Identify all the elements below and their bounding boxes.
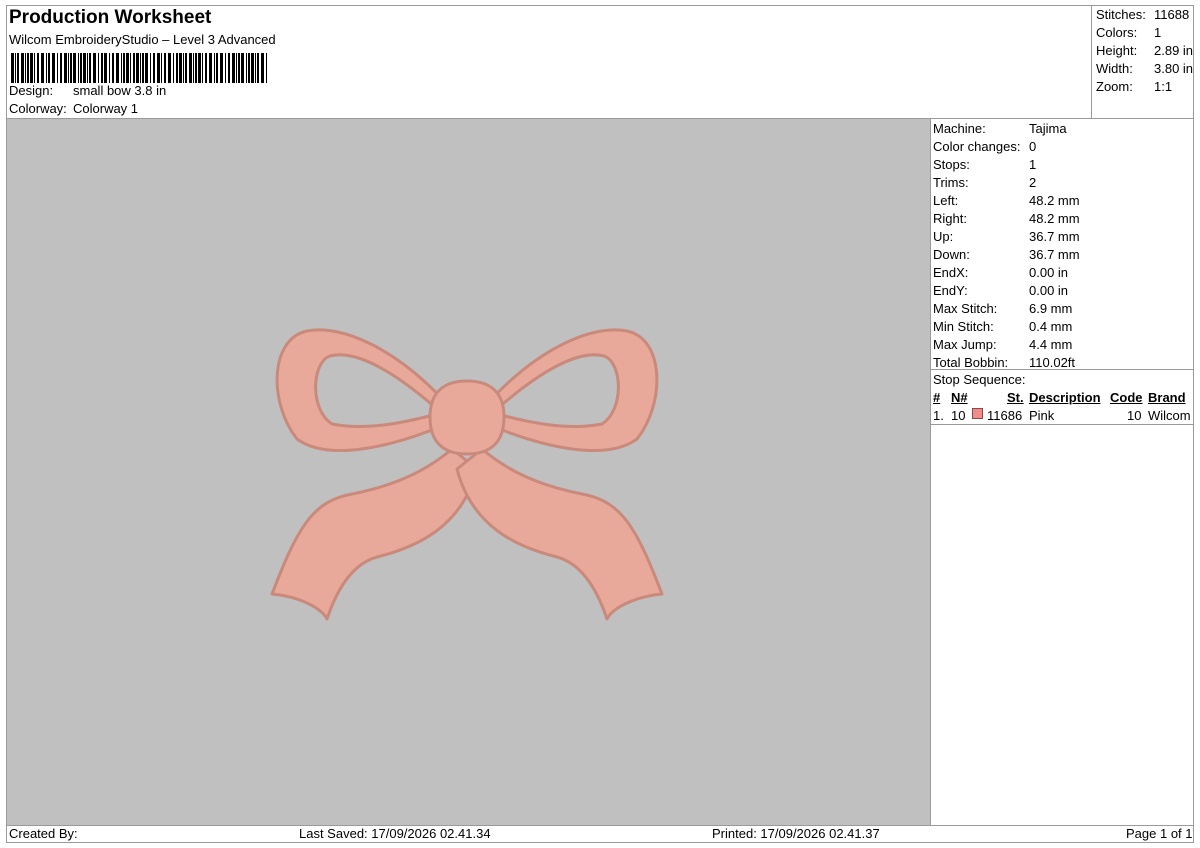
row-needle: 10 xyxy=(951,408,966,423)
design-row: Design: small bow 3.8 in xyxy=(9,83,166,98)
zoom-row: Zoom: 1:1 xyxy=(1096,79,1172,94)
col-header-needle: N# xyxy=(951,390,968,405)
width-label: Width: xyxy=(1096,61,1133,76)
colorway-row: Colorway: Colorway 1 xyxy=(9,101,138,116)
col-header-code: Code xyxy=(1110,390,1143,405)
machine-info-row: Stops: 1 xyxy=(933,157,1036,172)
machine-info-value: 6.9 mm xyxy=(1029,301,1073,316)
machine-info-value: 0.00 in xyxy=(1029,265,1069,280)
machine-info-label: Stops: xyxy=(933,157,970,172)
machine-info-row: Max Stitch: 6.9 mm xyxy=(933,301,1072,316)
design-stats: Stitches: 11688 Colors: 1 Height: 2.89 in W… xyxy=(1091,5,1195,118)
last-saved: Last Saved: 17/09/2026 02.41.34 xyxy=(299,826,491,841)
row-brand: Wilcom xyxy=(1148,408,1191,423)
row-stitches: 11686 xyxy=(987,408,1023,423)
page-number: Page 1 of 1 xyxy=(1126,826,1193,841)
stop-sequence-table: Stop Sequence: # N# St. Description Code… xyxy=(931,369,1194,423)
color-swatch xyxy=(972,408,983,419)
bow-right-loop xyxy=(485,328,659,452)
bow-embroidery-image xyxy=(270,328,664,621)
page-title: Production Worksheet xyxy=(9,7,212,28)
design-value: small bow 3.8 in xyxy=(73,83,167,98)
worksheet-header: Production Worksheet Wilcom EmbroiderySt… xyxy=(6,5,1092,118)
machine-info-value: 0.00 in xyxy=(1029,283,1069,298)
software-subtitle: Wilcom EmbroideryStudio – Level 3 Advanc… xyxy=(9,32,276,47)
machine-info-row: Down: 36.7 mm xyxy=(933,247,1080,262)
design-label: Design: xyxy=(9,83,54,98)
machine-info-label: Min Stitch: xyxy=(933,319,994,334)
machine-info-row: Left: 48.2 mm xyxy=(933,193,1080,208)
machine-info-row: Right: 48.2 mm xyxy=(933,211,1080,226)
colorway-label: Colorway: xyxy=(9,101,67,116)
colorway-value: Colorway 1 xyxy=(73,101,139,116)
width-row: Width: 3.80 in xyxy=(1096,61,1193,76)
machine-info-label: Max Stitch: xyxy=(933,301,998,316)
width-value: 3.80 in xyxy=(1154,61,1194,76)
machine-info-value: 1 xyxy=(1029,157,1037,172)
colors-row: Colors: 1 xyxy=(1096,25,1161,40)
bow-right-tail xyxy=(455,447,664,621)
machine-info-value: 48.2 mm xyxy=(1029,193,1080,208)
machine-info-label: Machine: xyxy=(933,121,986,136)
row-number: 1. xyxy=(933,408,944,423)
machine-info-row: Total Bobbin: 110.02ft xyxy=(933,355,1075,370)
machine-info-row: EndX: 0.00 in xyxy=(933,265,1068,280)
machine-info-value: 48.2 mm xyxy=(1029,211,1080,226)
col-header-stitches: St. xyxy=(1007,390,1024,405)
zoom-label: Zoom: xyxy=(1096,79,1133,94)
stitches-row: Stitches: 11688 xyxy=(1096,7,1189,22)
height-label: Height: xyxy=(1096,43,1138,58)
col-header-number: # xyxy=(933,390,941,405)
machine-info-value: 0.4 mm xyxy=(1029,319,1073,334)
col-header-description: Description xyxy=(1029,390,1101,405)
height-value: 2.89 in xyxy=(1154,43,1194,58)
row-description: Pink xyxy=(1029,408,1055,423)
design-preview xyxy=(7,119,931,825)
created-by: Created By: xyxy=(9,826,78,841)
stitches-label: Stitches: xyxy=(1096,7,1146,22)
machine-info-value: 2 xyxy=(1029,175,1037,190)
machine-info-value: 110.02ft xyxy=(1029,355,1076,370)
col-header-brand: Brand xyxy=(1148,390,1186,405)
machine-info-value: 4.4 mm xyxy=(1029,337,1073,352)
machine-info-row: Up: 36.7 mm xyxy=(933,229,1080,244)
machine-info-row: Color changes: 0 xyxy=(933,139,1036,154)
height-row: Height: 2.89 in xyxy=(1096,43,1193,58)
machine-info-row: Machine: Tajima xyxy=(933,121,1067,136)
row-code: 10 xyxy=(1127,408,1142,423)
machine-info-row: EndY: 0.00 in xyxy=(933,283,1068,298)
machine-info-label: Trims: xyxy=(933,175,969,190)
machine-info-label: EndY: xyxy=(933,283,968,298)
machine-info-value: 0 xyxy=(1029,139,1037,154)
colors-label: Colors: xyxy=(1096,25,1138,40)
stitches-value: 11688 xyxy=(1154,7,1190,22)
barcode-image xyxy=(11,53,267,83)
machine-info-label: Max Jump: xyxy=(933,337,997,352)
machine-info-row: Max Jump: 4.4 mm xyxy=(933,337,1072,352)
machine-info-label: Up: xyxy=(933,229,954,244)
machine-info-value: 36.7 mm xyxy=(1029,247,1080,262)
machine-info-label: Left: xyxy=(933,193,959,208)
bow-center-knot xyxy=(428,379,506,456)
stop-sequence-divider xyxy=(931,424,1194,425)
machine-info-label: Down: xyxy=(933,247,970,262)
machine-info-label: Total Bobbin: xyxy=(933,355,1009,370)
zoom-value: 1:1 xyxy=(1154,79,1173,94)
stop-sequence-title: Stop Sequence: xyxy=(933,372,1026,387)
printed-date: Printed: 17/09/2026 02.41.37 xyxy=(712,826,880,841)
machine-info-value: 36.7 mm xyxy=(1029,229,1080,244)
machine-info-row: Trims: 2 xyxy=(933,175,1036,190)
colors-value: 1 xyxy=(1154,25,1162,40)
machine-info-label: Color changes: xyxy=(933,139,1021,154)
machine-info-value: Tajima xyxy=(1029,121,1067,136)
machine-info-label: Right: xyxy=(933,211,967,226)
footer-divider xyxy=(6,825,1194,826)
bow-left-loop xyxy=(275,328,449,452)
machine-info-row: Min Stitch: 0.4 mm xyxy=(933,319,1072,334)
bow-left-tail xyxy=(270,447,479,621)
machine-info-label: EndX: xyxy=(933,265,969,280)
machine-info-panel: Machine: Tajima Color changes: 0 Stops: 1 Trim… xyxy=(931,119,1194,825)
